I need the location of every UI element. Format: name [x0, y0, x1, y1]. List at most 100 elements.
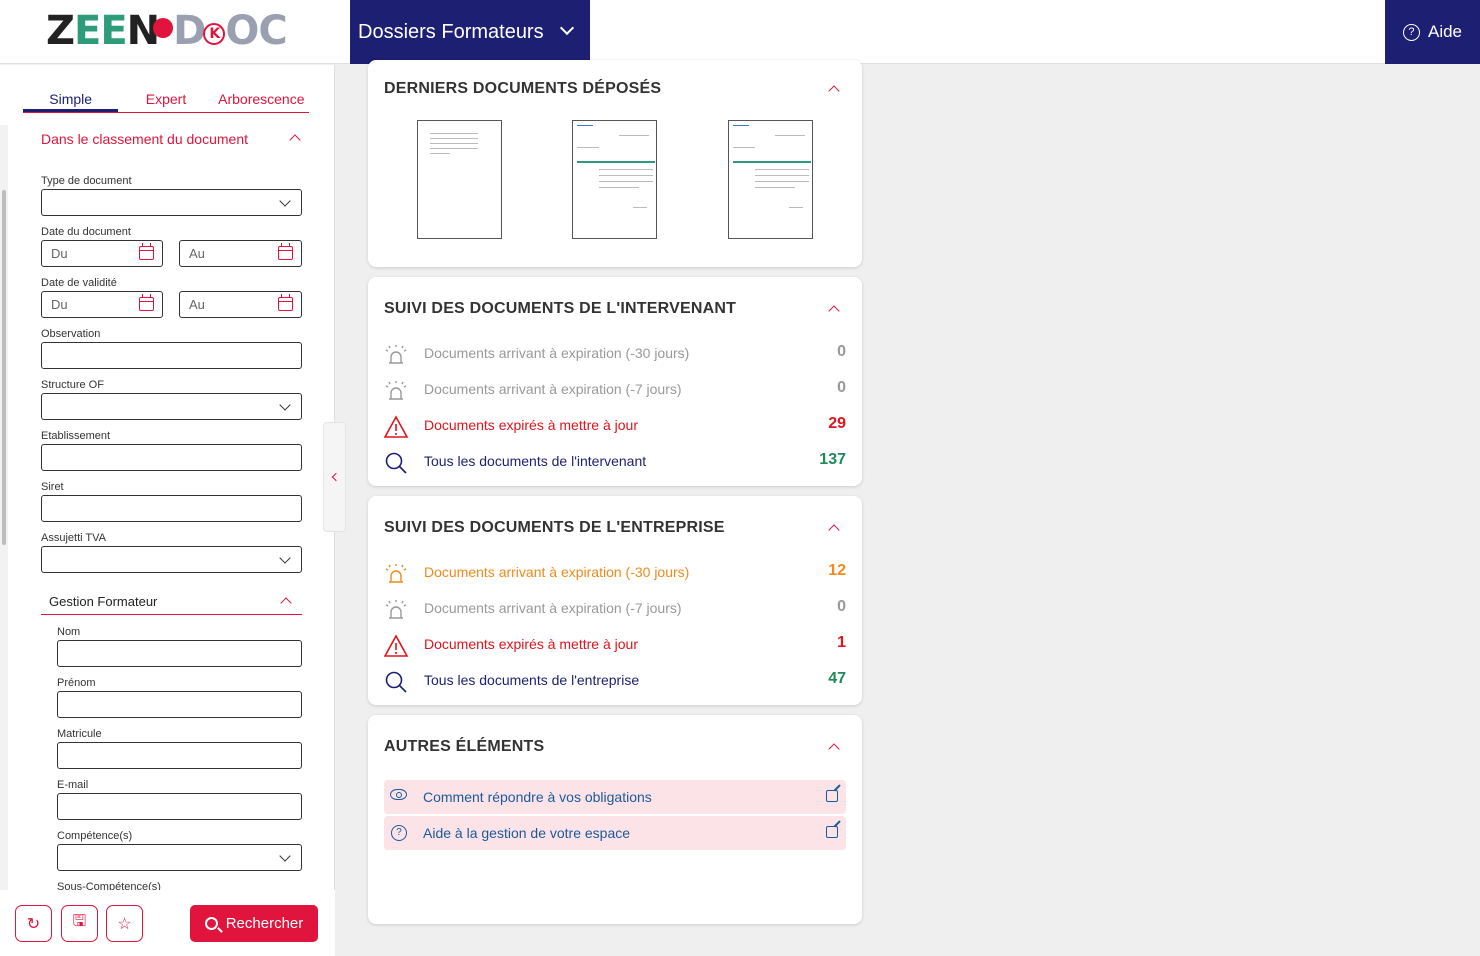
- search-mode-tabs: Simple Expert Arborescence: [23, 89, 309, 113]
- intervenant-row-expiring-30[interactable]: Documents arrivant à expiration (-30 jou…: [384, 339, 846, 369]
- logo-letters: EE: [74, 8, 128, 54]
- chevron-up-icon[interactable]: [828, 305, 840, 317]
- section-classement-toggle[interactable]: Dans le classement du document: [41, 131, 303, 147]
- search-icon: [385, 671, 407, 693]
- observation-input[interactable]: [41, 342, 302, 369]
- matricule-input[interactable]: [57, 742, 302, 769]
- date-document-label: Date du document: [41, 226, 131, 238]
- chevron-up-icon[interactable]: [828, 743, 840, 755]
- other-items-card: AUTRES ÉLÉMENTS Comment répondre à vos o…: [368, 715, 862, 924]
- row-count: 29: [828, 415, 846, 432]
- row-label: Documents expirés à mettre à jour: [424, 636, 638, 652]
- gestion-formateur-toggle[interactable]: Gestion Formateur: [41, 590, 302, 615]
- chevron-left-icon: [331, 472, 341, 482]
- date-to-placeholder: Au: [189, 246, 205, 261]
- date-validite-from-input[interactable]: Du: [41, 291, 163, 318]
- search-button-label: Rechercher: [225, 915, 304, 932]
- date-from-placeholder: Du: [51, 246, 68, 261]
- entreprise-row-all[interactable]: Tous les documents de l'entreprise 47: [384, 666, 846, 696]
- external-link-icon: [826, 790, 838, 802]
- calendar-icon[interactable]: [139, 243, 154, 260]
- siret-label: Siret: [41, 481, 64, 493]
- link-obligations[interactable]: Comment répondre à vos obligations: [384, 780, 846, 814]
- save-search-button[interactable]: 🖫: [61, 905, 98, 942]
- chevron-up-icon: [289, 134, 301, 146]
- date-validite-to-input[interactable]: Au: [179, 291, 302, 318]
- intervenant-card-title: SUIVI DES DOCUMENTS DE L'INTERVENANT: [384, 300, 737, 317]
- calendar-icon[interactable]: [139, 294, 154, 311]
- document-thumbnail[interactable]: [728, 120, 813, 239]
- link-aide-gestion[interactable]: ? Aide à la gestion de votre espace: [384, 816, 846, 850]
- prenom-input[interactable]: [57, 691, 302, 718]
- chevron-up-icon[interactable]: [828, 85, 840, 97]
- competences-label: Compétence(s): [57, 830, 133, 842]
- tab-expert[interactable]: Expert: [118, 89, 213, 112]
- external-link-icon: [826, 826, 838, 838]
- reset-button[interactable]: ↻: [15, 905, 52, 942]
- siret-input[interactable]: [41, 495, 302, 522]
- assujetti-tva-select[interactable]: [41, 546, 302, 573]
- nom-input[interactable]: [57, 640, 302, 667]
- competences-select[interactable]: [57, 844, 302, 871]
- favorite-button[interactable]: ☆: [106, 905, 143, 942]
- intervenant-row-all[interactable]: Tous les documents de l'intervenant 137: [384, 447, 846, 477]
- calendar-icon[interactable]: [278, 243, 293, 260]
- sidebar-collapse-handle[interactable]: [323, 422, 346, 532]
- help-label: Aide: [1427, 22, 1463, 41]
- entreprise-row-expired[interactable]: Documents expirés à mettre à jour 1: [384, 630, 846, 660]
- row-label: Documents arrivant à expiration (-30 jou…: [424, 345, 690, 361]
- logo-k-badge: K: [203, 23, 226, 45]
- alarm-icon: [385, 381, 407, 400]
- row-label: Documents arrivant à expiration (-7 jour…: [424, 600, 682, 616]
- etablissement-input[interactable]: [41, 444, 302, 471]
- zeendoc-logo[interactable]: ZEEN D K OC: [46, 8, 288, 54]
- search-button[interactable]: Rechercher: [190, 905, 318, 942]
- warning-icon: [384, 634, 408, 657]
- tab-simple[interactable]: Simple: [23, 89, 119, 112]
- structure-of-select[interactable]: [41, 393, 302, 420]
- observation-label: Observation: [41, 328, 101, 340]
- workspace-selector[interactable]: Dossiers Formateurs: [350, 0, 590, 64]
- alarm-icon: [385, 600, 407, 619]
- date-validite-label: Date de validité: [41, 277, 117, 289]
- entreprise-card-title: SUIVI DES DOCUMENTS DE L'ENTREPRISE: [384, 519, 725, 536]
- entreprise-row-expiring-7[interactable]: Documents arrivant à expiration (-7 jour…: [384, 594, 846, 624]
- alarm-icon: [385, 564, 407, 583]
- email-input[interactable]: [57, 793, 302, 820]
- chevron-up-icon[interactable]: [828, 524, 840, 536]
- search-icon: [385, 452, 407, 474]
- date-from-placeholder: Du: [51, 297, 68, 312]
- document-thumbnail[interactable]: [572, 120, 657, 239]
- row-count: 137: [819, 451, 846, 468]
- row-count: 1: [837, 634, 846, 651]
- chevron-down-icon: [279, 195, 291, 207]
- chevron-up-icon: [280, 597, 292, 609]
- sidebar-scrollbar[interactable]: [0, 125, 8, 955]
- row-label: Documents expirés à mettre à jour: [424, 417, 638, 433]
- entreprise-row-expiring-30[interactable]: Documents arrivant à expiration (-30 jou…: [384, 558, 846, 588]
- intervenant-row-expired[interactable]: Documents expirés à mettre à jour 29: [384, 411, 846, 441]
- structure-of-label: Structure OF: [41, 379, 104, 391]
- prenom-label: Prénom: [57, 677, 96, 689]
- date-document-from-input[interactable]: Du: [41, 240, 163, 267]
- help-circle-icon: ?: [1402, 23, 1420, 41]
- link-label: Comment répondre à vos obligations: [423, 789, 652, 805]
- intervenant-row-expiring-7[interactable]: Documents arrivant à expiration (-7 jour…: [384, 375, 846, 405]
- scrollbar-thumb[interactable]: [2, 190, 6, 545]
- type-document-select[interactable]: [41, 189, 302, 216]
- help-button[interactable]: ? Aide: [1385, 0, 1480, 64]
- recent-documents-card: DERNIERS DOCUMENTS DÉPOSÉS: [368, 60, 862, 267]
- date-document-to-input[interactable]: Au: [179, 240, 302, 267]
- document-thumbnail[interactable]: [417, 120, 502, 239]
- email-label: E-mail: [57, 779, 89, 791]
- gestion-formateur-title: Gestion Formateur: [49, 594, 158, 609]
- row-count: 0: [837, 343, 846, 360]
- calendar-icon[interactable]: [278, 294, 293, 311]
- chevron-down-icon: [279, 552, 291, 564]
- other-items-title: AUTRES ÉLÉMENTS: [384, 738, 545, 755]
- row-count: 12: [828, 562, 846, 579]
- workspace-title: Dossiers Formateurs: [358, 20, 544, 43]
- search-sidebar: Simple Expert Arborescence Dans le class…: [0, 65, 335, 956]
- link-label: Aide à la gestion de votre espace: [423, 825, 631, 841]
- tab-arborescence[interactable]: Arborescence: [214, 89, 309, 112]
